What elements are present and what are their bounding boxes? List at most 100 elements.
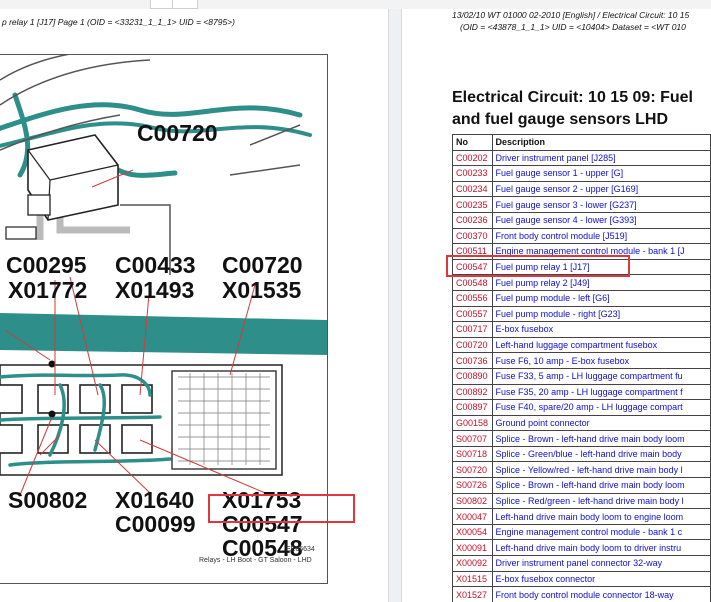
component-code-link[interactable]: C00736 — [452, 352, 493, 369]
component-description-link[interactable]: Fuel gauge sensor 3 - lower [G237] — [491, 196, 711, 213]
component-description-link[interactable]: Fuel gauge sensor 1 - upper [G] — [491, 165, 711, 182]
component-description-link[interactable]: E-box fusebox — [491, 321, 711, 338]
component-code-link[interactable]: C00720 — [452, 336, 493, 354]
component-description-link[interactable]: Left-hand drive main body loom to engine… — [491, 508, 711, 525]
component-code-link[interactable]: X00054 — [452, 523, 493, 541]
component-description-link[interactable]: Driver instrument panel [J285] — [491, 149, 711, 167]
component-code-link[interactable]: C00234 — [452, 180, 493, 198]
component-code-link[interactable]: C00233 — [452, 165, 493, 182]
table-row[interactable]: S00720 Splice - Yellow/red - left-hand dr… — [452, 461, 711, 479]
table-row[interactable]: C00235 Fuel gauge sensor 3 - lower [G237] — [452, 196, 711, 213]
component-code-link[interactable]: X00091 — [452, 539, 493, 557]
component-code-link[interactable]: X00092 — [452, 555, 493, 572]
component-code-link[interactable]: S00802 — [452, 492, 493, 510]
component-code-link[interactable]: X01515 — [452, 570, 493, 588]
component-description-link[interactable]: Splice - Yellow/red - left-hand drive ma… — [491, 461, 711, 479]
component-description-link[interactable]: Front body control module connector 18-w… — [491, 586, 711, 602]
component-code-link[interactable]: X00047 — [452, 508, 493, 525]
component-description-link[interactable]: E-box fusebox connector — [491, 570, 711, 588]
component-description-link[interactable]: Fuse F35, 20 amp - LH luggage compartmen… — [491, 383, 711, 401]
page-gap — [388, 9, 402, 602]
table-row[interactable]: C00556 Fuel pump module - left [G6] — [452, 289, 711, 307]
table-row[interactable]: C00720 Left-hand luggage compartment fuse… — [452, 336, 711, 354]
table-row[interactable]: C00548 Fuel pump relay 2 [J49] — [452, 274, 711, 291]
component-description-link[interactable]: Splice - Red/green - left-hand drive mai… — [491, 492, 711, 510]
label-x01535: X01535 — [222, 277, 302, 303]
label-x01493: X01493 — [115, 277, 194, 303]
table-row[interactable]: S00707 Splice - Brown - left-hand drive m… — [452, 430, 711, 447]
toolbar-button[interactable] — [172, 0, 198, 9]
component-description-link[interactable]: Splice - Brown - left-hand drive main bo… — [491, 477, 711, 494]
component-code-link[interactable]: C00370 — [452, 227, 493, 245]
table-row[interactable]: X00047 Left-hand drive main body loom to … — [452, 508, 711, 525]
label-c00099: C00099 — [115, 511, 196, 537]
component-code-link[interactable]: C00557 — [452, 305, 493, 323]
component-code-link[interactable]: X01527 — [452, 586, 493, 602]
component-description-link[interactable]: Driver instrument panel connector 32-way — [491, 555, 711, 572]
table-row[interactable]: C00370 Front body control module [J519] — [452, 227, 711, 245]
component-description-link[interactable]: Ground point connector — [491, 414, 711, 432]
table-row[interactable]: C00890 Fuse F33, 5 amp - LH luggage compa… — [452, 367, 711, 385]
component-code-link[interactable]: C00236 — [452, 211, 493, 229]
component-code-link[interactable]: C00202 — [452, 149, 493, 167]
table-row[interactable]: S00802 Splice - Red/green - left-hand dri… — [452, 492, 711, 510]
component-description-link[interactable]: Fuse F40, spare/20 amp - LH luggage comp… — [491, 399, 711, 416]
table-row[interactable]: C00892 Fuse F35, 20 amp - LH luggage comp… — [452, 383, 711, 401]
table-row[interactable]: G00158 Ground point connector — [452, 414, 711, 432]
component-description-link[interactable]: Fuel gauge sensor 2 - upper [G169] — [491, 180, 711, 198]
component-description-link[interactable]: Fuel pump module - right [G23] — [491, 305, 711, 323]
component-description-link[interactable]: Fuel pump relay 2 [J49] — [491, 274, 711, 291]
component-description-link[interactable]: Fuse F6, 10 amp - E-box fusebox — [491, 352, 711, 369]
component-code-link[interactable]: C00892 — [452, 383, 493, 401]
column-header-description: Description — [491, 134, 711, 151]
component-description-link[interactable]: Fuel gauge sensor 4 - lower [G393] — [491, 211, 711, 229]
component-code-link[interactable]: S00718 — [452, 445, 493, 463]
component-code-link[interactable]: S00707 — [452, 430, 493, 447]
highlight-box-diagram — [208, 494, 355, 523]
component-description-link[interactable]: Splice - Brown - left-hand drive main bo… — [491, 430, 711, 447]
label-x01772: X01772 — [8, 277, 87, 303]
component-code-link[interactable]: G00158 — [452, 414, 493, 432]
component-code-link[interactable]: C00890 — [452, 367, 493, 385]
table-row[interactable]: C00897 Fuse F40, spare/20 amp - LH luggag… — [452, 399, 711, 416]
table-row[interactable]: X00092 Driver instrument panel connector … — [452, 555, 711, 572]
table-row[interactable]: X01515 E-box fusebox connector — [452, 570, 711, 588]
component-code-link[interactable]: C00556 — [452, 289, 493, 307]
component-code-link[interactable]: C00897 — [452, 399, 493, 416]
diagram-caption: Relays - LH Boot - GT Saloon - LHD — [199, 557, 312, 564]
right-page: 13/02/10 WT 01000 02-2010 [English] / El… — [402, 9, 711, 602]
component-description-link[interactable]: Left-hand drive main body loom to driver… — [491, 539, 711, 557]
table-row[interactable]: C00202 Driver instrument panel [J285] — [452, 149, 711, 167]
highlight-box-table-row — [446, 255, 630, 277]
component-description-link[interactable]: Front body control module [J519] — [491, 227, 711, 245]
table-row[interactable]: C00236 Fuel gauge sensor 4 - lower [G393] — [452, 211, 711, 229]
component-code-link[interactable]: S00726 — [452, 477, 493, 494]
right-page-header-line1: 13/02/10 WT 01000 02-2010 [English] / El… — [452, 10, 690, 20]
page-title: Electrical Circuit: 10 15 09: Fuel and f… — [452, 87, 693, 131]
component-description-link[interactable]: Engine management control module - bank … — [491, 523, 711, 541]
component-description-link[interactable]: Left-hand luggage compartment fusebox — [491, 336, 711, 354]
component-description-link[interactable]: Fuel pump module - left [G6] — [491, 289, 711, 307]
label-s00802: S00802 — [8, 487, 87, 513]
component-code-link[interactable]: C00548 — [452, 274, 493, 291]
table-row[interactable]: X00054 Engine management control module -… — [452, 523, 711, 541]
column-header-no: No — [452, 134, 493, 151]
label-c00720: C00720 — [222, 252, 303, 278]
component-description-link[interactable]: Fuse F33, 5 amp - LH luggage compartment… — [491, 367, 711, 385]
component-code-link[interactable]: S00720 — [452, 461, 493, 479]
table-row[interactable]: S00718 Splice - Green/blue - left-hand dr… — [452, 445, 711, 463]
table-row[interactable]: S00726 Splice - Brown - left-hand drive m… — [452, 477, 711, 494]
left-page-header: p relay 1 [J17] Page 1 (OID = <33231_1_1… — [2, 17, 235, 27]
table-row[interactable]: C00717 E-box fusebox — [452, 321, 711, 338]
component-code-link[interactable]: C00235 — [452, 196, 493, 213]
table-row[interactable]: C00234 Fuel gauge sensor 2 - upper [G169] — [452, 180, 711, 198]
table-row[interactable]: X01527 Front body control module connecto… — [452, 586, 711, 602]
component-code-link[interactable]: C00717 — [452, 321, 493, 338]
table-row[interactable]: C00736 Fuse F6, 10 amp - E-box fusebox — [452, 352, 711, 369]
page-title-line2: and fuel gauge sensors LHD — [452, 111, 669, 128]
table-row[interactable]: X00091 Left-hand drive main body loom to … — [452, 539, 711, 557]
table-row[interactable]: C00557 Fuel pump module - right [G23] — [452, 305, 711, 323]
component-description-link[interactable]: Splice - Green/blue - left-hand drive ma… — [491, 445, 711, 463]
label-c00720-top: C00720 — [137, 120, 218, 146]
table-row[interactable]: C00233 Fuel gauge sensor 1 - upper [G] — [452, 165, 711, 182]
